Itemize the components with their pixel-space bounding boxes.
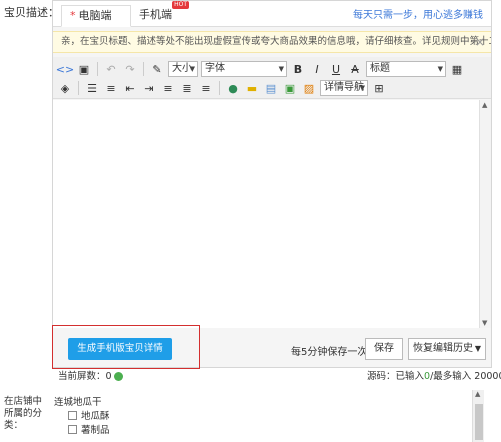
tab-mobile-label: 手机端 [139,8,172,21]
restore-history-button[interactable]: 恢复编辑历史 ▼ [408,338,486,360]
restore-history-label: 恢复编辑历史 [413,343,473,354]
chevron-down-icon: ▼ [359,84,365,92]
redo-icon[interactable]: ↷ [122,61,138,77]
undo-icon[interactable]: ↶ [103,61,119,77]
image-icon[interactable]: ▤ [263,80,279,96]
indent-icon[interactable]: ⇥ [141,80,157,96]
source-suffix: /最多输入 200000 [430,371,501,382]
tab-desktop[interactable]: * 电脑端 [61,5,131,27]
screen-count: 当前屏数：0 [58,368,123,382]
align-right-icon[interactable]: ≡ [198,80,214,96]
device-tabbar: * 电脑端 手机端 HOT 每天只需一步，用心逃多赚钱 [53,1,491,27]
annotation-highlight [52,325,200,369]
chevron-down-icon: ▼ [278,65,284,73]
description-field-label: 宝贝描述： [4,6,59,19]
heading-value: 标题 [370,63,390,74]
chevron-down-icon: ▼ [474,344,481,353]
screen-count-value: 0 [105,371,112,382]
editor-scrollbar[interactable]: ▲ ▼ [479,100,491,328]
category-item-label: 地瓜酥 [81,411,110,422]
required-marker: * [70,9,76,22]
notice-text: 亲，在宝贝标题、描述等处不能出现虚假宣传或夸大商品效果的信息哦，请仔细核查。详见… [61,36,491,47]
font-size-select[interactable]: 大小 ▼ [168,61,198,77]
rich-text-editor: * 电脑端 手机端 HOT 每天只需一步，用心逃多赚钱 亲，在宝贝标题、描述等处不… [52,0,492,368]
emoji-icon[interactable]: ▬ [244,80,260,96]
fullscreen-icon[interactable]: ⊞ [371,80,387,96]
italic-button[interactable]: I [309,61,325,77]
checkbox[interactable] [68,410,77,420]
scroll-down-icon[interactable]: ▼ [482,319,487,327]
save-button[interactable]: 保存 [365,338,403,360]
nav-detail-value: 详情导航 [324,82,364,93]
format-brush-icon[interactable]: ✎ [149,61,165,77]
text-color-icon[interactable]: ◈ [57,80,73,96]
status-ok-icon [113,372,123,381]
strikethrough-button[interactable]: A [347,61,363,77]
editor-toolbar: <> ▣ ↶ ↷ ✎ 大小 ▼ 字体 ▼ B I U A 标题 ▼ ▦ ◈ ☰ ≡ ⇤… [53,57,491,99]
nav-detail-select[interactable]: 详情导航 ▼ [320,80,368,96]
checkbox[interactable] [68,424,77,434]
bold-button[interactable]: B [290,61,306,77]
list-item[interactable]: 薯制品 [68,422,110,436]
font-family-value: 字体 [205,63,225,74]
hot-badge: HOT [172,1,189,9]
chevron-down-icon: ▼ [437,65,443,73]
align-center-icon[interactable]: ≣ [179,80,195,96]
scroll-up-icon[interactable]: ▲ [482,101,487,109]
flash-icon[interactable]: ▨ [301,80,317,96]
source-icon[interactable]: <> [56,61,74,77]
autosave-note: 每5分钟保存一次 [291,347,368,358]
video-icon[interactable]: ▣ [282,80,298,96]
screen-count-label: 当前屏数： [58,371,106,382]
bulleted-list-icon[interactable]: ☰ [84,80,100,96]
align-left-icon[interactable]: ≡ [160,80,176,96]
list-item[interactable]: 地瓜酥 [68,408,110,422]
heading-select[interactable]: 标题 ▼ [366,61,446,77]
table-icon[interactable]: ▦ [449,61,465,77]
category-list: 连城地瓜干 地瓜酥 薯制品 ▲ [52,390,490,442]
chevron-down-icon: ▼ [189,65,195,73]
category-item-label: 薯制品 [81,425,110,436]
separator [143,62,144,76]
numbered-list-icon[interactable]: ≡ [103,80,119,96]
tab-desktop-label: 电脑端 [78,9,112,22]
link-icon[interactable]: ● [225,80,241,96]
editor-canvas[interactable] [53,100,479,328]
separator [97,62,98,76]
preview-icon[interactable]: ▣ [76,61,92,77]
scroll-up-icon[interactable]: ▲ [475,390,480,398]
category-field-label: 在店铺中所属的分类： [4,396,43,431]
separator [219,81,220,95]
outdent-icon[interactable]: ⇤ [122,80,138,96]
close-icon[interactable]: × [475,32,485,52]
underline-button[interactable]: U [328,61,344,77]
slogan-link[interactable]: 每天只需一步，用心逃多赚钱 [353,6,483,21]
separator [78,81,79,95]
source-prefix: 源码：已输入 [367,371,425,382]
scroll-thumb[interactable] [475,404,483,440]
category-group-title: 连城地瓜干 [54,397,102,408]
source-count: 源码：已输入0/最多输入 200000 [367,368,501,382]
font-family-select[interactable]: 字体 ▼ [201,61,287,77]
category-scrollbar[interactable]: ▲ [472,390,484,442]
tab-mobile[interactable]: 手机端 HOT [131,1,191,27]
notice-bar: 亲，在宝贝标题、描述等处不能出现虚假宣传或夸大商品效果的信息哦，请仔细核查。详见… [53,31,491,53]
